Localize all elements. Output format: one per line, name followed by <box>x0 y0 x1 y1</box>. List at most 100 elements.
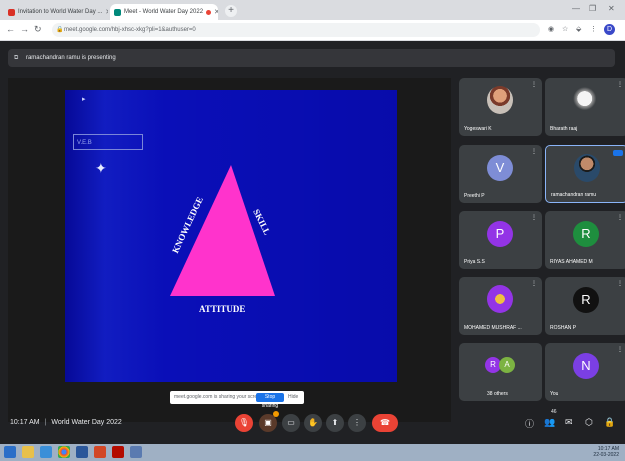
url-text: meet.google.com/hbj-xhsc-xkg?pli=1&authu… <box>64 27 196 33</box>
close-icon[interactable]: ✕ <box>214 8 218 16</box>
notification-dot-icon <box>273 411 279 417</box>
more-options-icon[interactable]: ⋮ <box>617 214 623 221</box>
participant-tile[interactable]: ⋮ Bharath raaj <box>545 78 625 136</box>
extension-icon[interactable]: ⬙ <box>576 25 581 33</box>
tab-label: Meet - World Water Day 2022 <box>124 9 204 15</box>
browser-tab-bar: Invitation to World Water Day ... ✕ Meet… <box>0 0 625 20</box>
more-options-icon[interactable]: ⋮ <box>531 214 537 221</box>
back-icon[interactable]: ← <box>6 24 15 34</box>
triangle-diagram <box>170 165 275 296</box>
participant-tile[interactable]: R ⋮ RIYAS AHAMED M <box>545 211 625 269</box>
more-options-icon[interactable]: ⋮ <box>531 280 537 287</box>
meet-window: ⧉ ramachandran ramu is presenting ▸ V.E.… <box>0 41 625 461</box>
menu-icon[interactable]: ⋮ <box>590 25 597 33</box>
shared-slide: ▸ V.E.B ✦ KNOWLEDGE SKILL ATTITUDE <box>65 90 397 382</box>
recording-dot-icon <box>206 9 212 15</box>
present-screen-icon: ⧉ <box>14 55 19 61</box>
meeting-info: 10:17 AM | World Water Day 2022 <box>10 419 122 426</box>
people-icon[interactable]: 👥 <box>544 417 555 428</box>
stop-sharing-button[interactable]: Stop sharing <box>256 393 284 409</box>
tab-meet[interactable]: Meet - World Water Day 2022 ✕ <box>110 4 218 20</box>
forward-icon[interactable]: → <box>20 24 29 34</box>
close-window-icon[interactable]: ✕ <box>608 4 615 13</box>
participant-tile[interactable]: V ⋮ Preethi P <box>459 145 542 203</box>
more-options-icon[interactable]: ⋮ <box>531 148 537 155</box>
participant-tile[interactable]: R ⋮ ROSHAN P <box>545 277 625 335</box>
others-tile[interactable]: R A 38 others <box>459 343 542 401</box>
tab-invitation[interactable]: Invitation to World Water Day ... ✕ <box>4 4 108 20</box>
raise-hand-button[interactable]: ✋ <box>304 414 322 432</box>
maximize-icon[interactable]: ❐ <box>589 4 596 13</box>
participant-photo <box>487 285 513 313</box>
participant-tile[interactable]: P ⋮ Priya S.S <box>459 211 542 269</box>
lock-icon: 🔒 <box>56 27 64 33</box>
explorer-icon[interactable] <box>22 446 34 458</box>
share-notice-text: meet.google.com is sharing your screen. <box>174 394 265 400</box>
more-options-icon[interactable]: ⋮ <box>531 81 537 88</box>
screen: Invitation to World Water Day ... ✕ Meet… <box>0 0 625 461</box>
participant-name: ramachandran ramu <box>551 192 597 198</box>
participant-photo <box>573 86 599 114</box>
mic-off-button[interactable]: 🎙 <box>235 414 253 432</box>
participant-tile-active[interactable]: ramachandran ramu <box>545 145 625 203</box>
present-now-button[interactable]: ⬆ <box>326 414 344 432</box>
tab-label: Invitation to World Water Day ... <box>18 9 103 15</box>
camera-permission-icon[interactable]: ◉ <box>548 25 554 33</box>
others-avatar: A <box>499 357 515 373</box>
taskbar-date: 22-03-2022 <box>593 452 619 458</box>
screen-share-notice: meet.google.com is sharing your screen. … <box>170 391 304 409</box>
participant-name: Preethi P <box>464 193 485 199</box>
participant-tile[interactable]: ⋮ MOHAMED MUSHRAF ... <box>459 277 542 335</box>
info-icon[interactable]: ⓘ <box>525 417 534 430</box>
pdf-icon[interactable] <box>112 446 124 458</box>
participant-avatar: R <box>573 221 599 247</box>
more-options-icon[interactable]: ⋮ <box>617 81 623 88</box>
reload-icon[interactable]: ↻ <box>34 24 42 35</box>
hide-button[interactable]: Hide <box>288 394 298 400</box>
profile-avatar[interactable]: D <box>604 24 615 35</box>
presenting-banner: ⧉ ramachandran ramu is presenting <box>8 49 615 67</box>
participant-photo <box>487 86 513 114</box>
chat-icon[interactable]: ✉ <box>565 417 573 428</box>
meeting-title: World Water Day 2022 <box>51 419 122 426</box>
captions-button[interactable]: ▭ <box>282 414 300 432</box>
participant-name: 38 others <box>487 391 508 397</box>
participant-avatar: N <box>573 353 599 379</box>
participant-name: You <box>550 391 559 397</box>
participant-name: Priya S.S <box>464 259 485 265</box>
more-options-button[interactable]: ⋮ <box>348 414 366 432</box>
participant-name: RIYAS AHAMED M <box>550 259 593 265</box>
chrome-icon[interactable] <box>58 446 70 458</box>
self-tile[interactable]: N ⋮ You <box>545 343 625 401</box>
presenting-text: ramachandran ramu is presenting <box>25 55 116 61</box>
new-tab-button[interactable]: + <box>225 5 237 17</box>
minimize-icon[interactable]: — <box>572 4 580 13</box>
word-icon[interactable] <box>76 446 88 458</box>
participant-name: Bharath raaj <box>550 126 578 132</box>
participant-tile[interactable]: ⋮ Yogeswari K <box>459 78 542 136</box>
os-taskbar: 10:17 AM 22-03-2022 <box>0 444 625 461</box>
app-icon[interactable] <box>130 446 142 458</box>
meet-icon <box>114 8 121 16</box>
end-call-button[interactable]: ☎ <box>372 414 398 432</box>
activities-icon[interactable]: ⬡ <box>585 417 593 428</box>
participant-name: ROSHAN P <box>550 325 577 331</box>
participant-avatar: R <box>573 287 599 313</box>
powerpoint-icon[interactable] <box>94 446 106 458</box>
more-options-icon[interactable]: ⋮ <box>617 280 623 287</box>
media-icon[interactable] <box>40 446 52 458</box>
taskbar-clock: 10:17 AM 22-03-2022 <box>593 446 619 458</box>
star-icon[interactable]: ☆ <box>562 25 568 33</box>
participant-avatar: P <box>487 221 513 247</box>
participant-photo <box>574 154 600 182</box>
lock-host-icon[interactable]: 🔒 <box>604 417 615 428</box>
url-field[interactable]: 🔒 meet.google.com/hbj-xhsc-xkg?pli=1&aut… <box>52 23 540 37</box>
start-icon[interactable] <box>4 446 16 458</box>
participant-avatar: V <box>487 155 513 181</box>
more-options-icon[interactable]: ⋮ <box>617 346 623 353</box>
mail-icon <box>8 8 15 16</box>
people-count: 46 <box>551 409 557 415</box>
speaking-indicator-icon <box>613 150 623 156</box>
side-label-attitude: ATTITUDE <box>199 304 246 314</box>
close-icon[interactable]: ✕ <box>105 8 108 16</box>
